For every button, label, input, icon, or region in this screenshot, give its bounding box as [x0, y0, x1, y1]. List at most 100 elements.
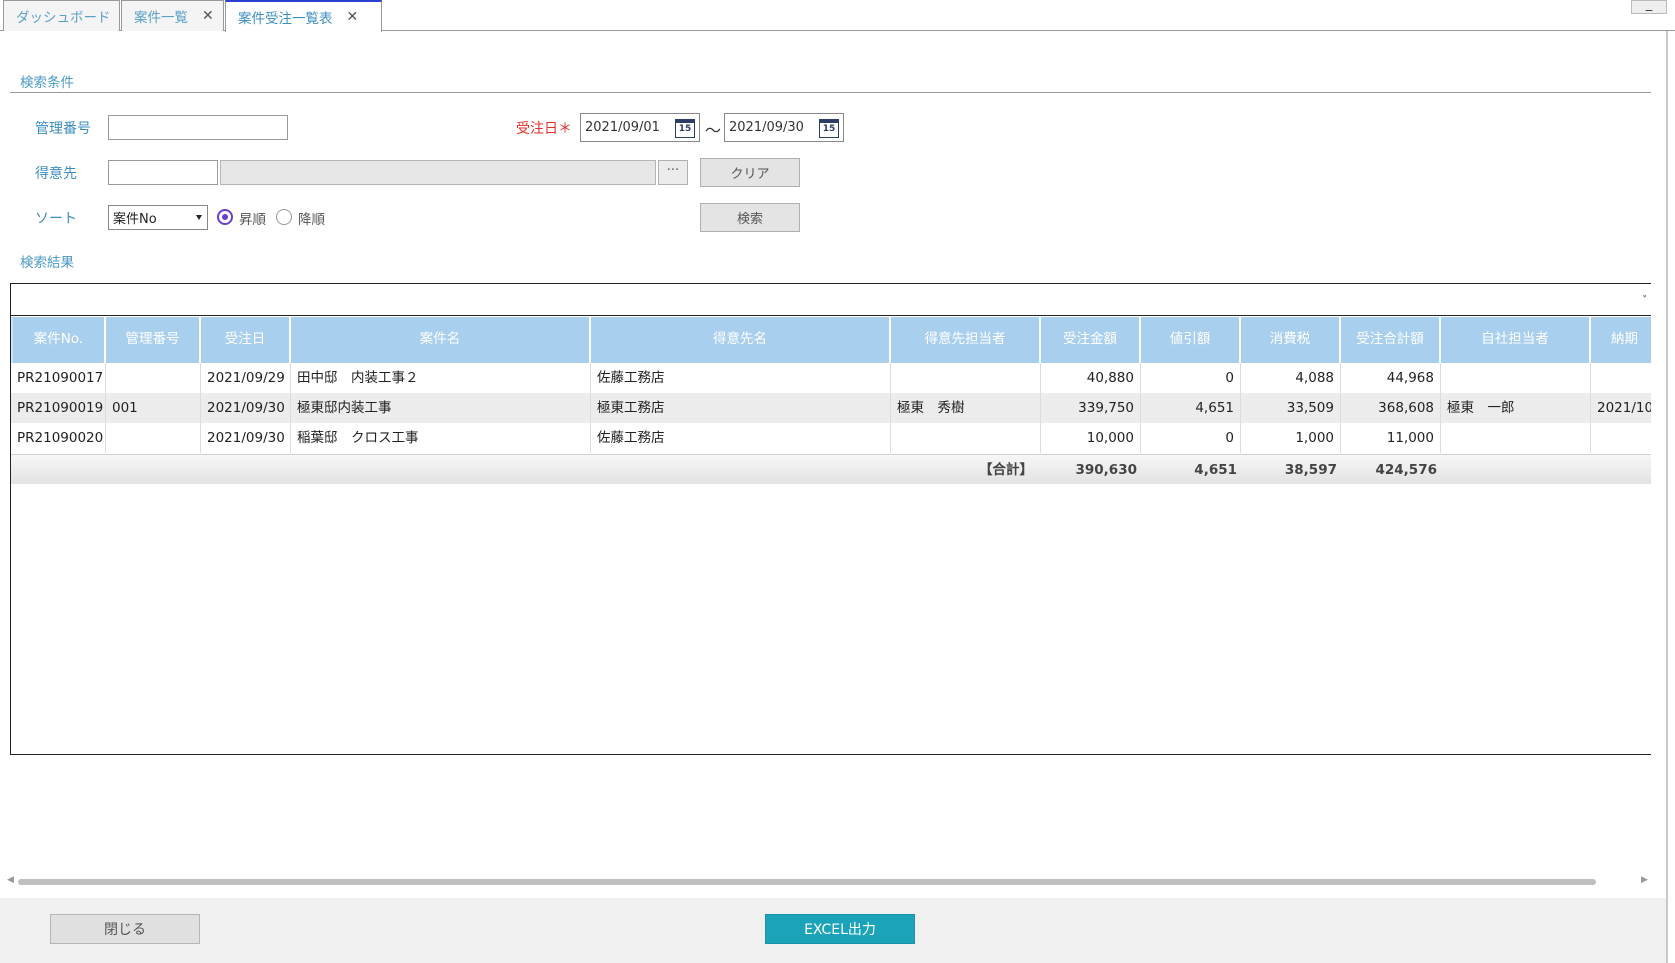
cell-staff	[1441, 423, 1591, 453]
cell-staff: 極東 一郎	[1441, 393, 1591, 423]
cell-customer-rep: 極東 秀樹	[891, 393, 1041, 423]
tab-label: 案件一覧	[134, 10, 188, 26]
table-row[interactable]: PR21090020 2021/09/30 稲葉邸 クロス工事 佐藤工務店 10…	[11, 423, 1651, 453]
scroll-left-arrow[interactable]: ◀	[7, 875, 14, 885]
col-header-discount[interactable]: 値引額	[1141, 317, 1241, 363]
totals-row: 【合計】 390,630 4,651 38,597 424,576	[11, 454, 1651, 484]
tab-label: ダッシュボード	[16, 10, 111, 26]
mgmt-no-input[interactable]	[108, 115, 288, 140]
col-header-project-no[interactable]: 案件No.	[13, 317, 106, 363]
tab-label: 案件受注一覧表	[238, 11, 333, 27]
total-grand: 424,576	[1375, 462, 1438, 478]
cell-total: 11,000	[1341, 423, 1441, 453]
col-header-tax[interactable]: 消費税	[1241, 317, 1341, 363]
totals-label: 【合計】	[979, 462, 1033, 478]
customer-lookup-button[interactable]: ···	[658, 160, 688, 185]
total-order-amount: 390,630	[1075, 462, 1138, 478]
sort-asc-radio[interactable]	[217, 209, 233, 225]
date-to-field[interactable]: 2021/09/30 15	[724, 113, 844, 142]
mgmt-no-label: 管理番号	[35, 121, 91, 137]
total-tax: 38,597	[1284, 462, 1337, 478]
table-row[interactable]: PR21090017 2021/09/29 田中邸 内装工事２ 佐藤工務店 40…	[11, 363, 1651, 393]
cell-mgmt-no	[106, 423, 201, 453]
col-header-due-date[interactable]: 納期	[1591, 317, 1651, 363]
sort-label: ソート	[35, 211, 77, 227]
cell-customer-name: 佐藤工務店	[591, 363, 891, 393]
cell-total: 368,608	[1341, 393, 1441, 423]
cell-customer-rep	[891, 423, 1041, 453]
minimize-button[interactable]: _	[1631, 0, 1667, 14]
cell-order-amount: 40,880	[1041, 363, 1141, 393]
col-header-order-date[interactable]: 受注日	[201, 317, 291, 363]
search-section-label: 検索条件	[20, 75, 74, 91]
excel-export-button[interactable]: EXCEL出力	[765, 914, 915, 944]
cell-project-name: 稲葉邸 クロス工事	[291, 423, 591, 453]
cell-discount: 0	[1141, 423, 1241, 453]
sort-desc-radio[interactable]	[276, 209, 292, 225]
date-from-field[interactable]: 2021/09/01 15	[580, 113, 700, 142]
results-section-label: 検索結果	[20, 255, 74, 271]
col-header-project-name[interactable]: 案件名	[291, 317, 591, 363]
cell-project-no: PR21090017	[11, 363, 106, 393]
window-edge	[1666, 31, 1668, 963]
grid-toolbar: ﾞ	[11, 284, 1651, 316]
customer-code-input[interactable]	[108, 160, 218, 185]
sort-asc-label[interactable]: 昇順	[239, 208, 266, 228]
clear-button[interactable]: クリア	[700, 158, 800, 187]
tab-project-list[interactable]: 案件一覧 ✕	[121, 0, 224, 31]
table-row[interactable]: PR21090019 001 2021/09/30 極東邸内装工事 極東工務店 …	[11, 393, 1651, 423]
tab-project-order-list[interactable]: 案件受注一覧表 ✕	[225, 0, 382, 32]
horizontal-scrollbar[interactable]	[18, 879, 1596, 885]
tab-bar: ダッシュボード 案件一覧 ✕ 案件受注一覧表 ✕ _	[0, 0, 1675, 32]
tab-dashboard[interactable]: ダッシュボード	[3, 0, 120, 31]
cell-order-date: 2021/09/30	[201, 393, 291, 423]
total-discount: 4,651	[1194, 462, 1237, 478]
grid-toolbar-mark: ﾞ	[1642, 294, 1649, 308]
sort-selected-value: 案件No	[113, 212, 157, 227]
cell-discount: 0	[1141, 363, 1241, 393]
customer-name-input	[220, 160, 656, 185]
grid-header: 案件No. 管理番号 受注日 案件名 得意先名 得意先担当者 受注金額 値引額 …	[11, 317, 1651, 363]
cell-tax: 1,000	[1241, 423, 1341, 453]
date-to-value: 2021/09/30	[729, 120, 804, 135]
sort-select[interactable]: 案件No	[108, 205, 208, 230]
cell-due-date	[1591, 423, 1651, 453]
cell-tax: 4,088	[1241, 363, 1341, 393]
order-date-label: 受注日＊	[516, 121, 572, 137]
close-icon[interactable]: ✕	[202, 8, 214, 24]
scroll-right-arrow[interactable]: ▶	[1641, 875, 1648, 885]
cell-order-amount: 339,750	[1041, 393, 1141, 423]
date-from-value: 2021/09/01	[585, 120, 660, 135]
section-divider	[10, 92, 1651, 93]
close-button[interactable]: 閉じる	[50, 914, 200, 944]
cell-order-date: 2021/09/29	[201, 363, 291, 393]
close-icon[interactable]: ✕	[347, 9, 359, 25]
cell-project-name: 田中邸 内装工事２	[291, 363, 591, 393]
col-header-mgmt-no[interactable]: 管理番号	[106, 317, 201, 363]
cell-project-no: PR21090019	[11, 393, 106, 423]
cell-order-amount: 10,000	[1041, 423, 1141, 453]
date-separator: ～	[705, 121, 722, 140]
col-header-customer-name[interactable]: 得意先名	[591, 317, 891, 363]
cell-project-no: PR21090020	[11, 423, 106, 453]
chevron-down-icon	[196, 215, 202, 220]
cell-customer-name: 極東工務店	[591, 393, 891, 423]
cell-total: 44,968	[1341, 363, 1441, 393]
cell-customer-rep	[891, 363, 1041, 393]
cell-discount: 4,651	[1141, 393, 1241, 423]
cell-customer-name: 佐藤工務店	[591, 423, 891, 453]
cell-mgmt-no: 001	[106, 393, 201, 423]
cell-due-date: 2021/10	[1597, 400, 1651, 416]
calendar-icon[interactable]: 15	[675, 119, 695, 138]
col-header-order-amount[interactable]: 受注金額	[1041, 317, 1141, 363]
search-button[interactable]: 検索	[700, 203, 800, 232]
col-header-staff[interactable]: 自社担当者	[1441, 317, 1591, 363]
sort-desc-label[interactable]: 降順	[298, 208, 325, 228]
cell-due-date	[1591, 363, 1651, 393]
cell-order-date: 2021/09/30	[201, 423, 291, 453]
cell-project-name: 極東邸内装工事	[291, 393, 591, 423]
calendar-icon[interactable]: 15	[819, 119, 839, 138]
col-header-customer-rep[interactable]: 得意先担当者	[891, 317, 1041, 363]
cell-tax: 33,509	[1241, 393, 1341, 423]
col-header-total[interactable]: 受注合計額	[1341, 317, 1441, 363]
